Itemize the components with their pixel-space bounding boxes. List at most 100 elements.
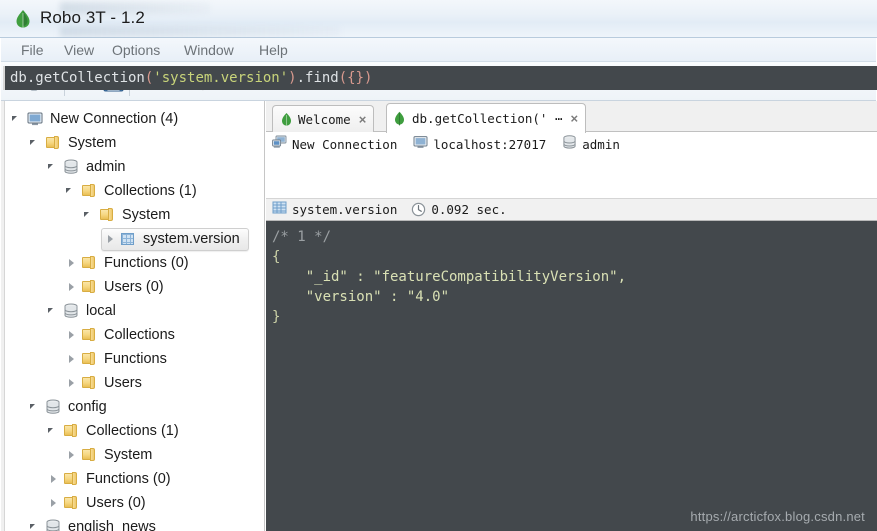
breadcrumb-connection[interactable]: New Connection [272, 135, 397, 154]
folder-icon [45, 135, 62, 151]
result-time-label: 0.092 sec. [431, 202, 507, 217]
tree-item-content: Collections (1) [47, 423, 179, 439]
breadcrumb-database-label: admin [582, 137, 620, 152]
tree-item-label: Users [104, 375, 142, 391]
tree-item[interactable]: Collections (1) [1, 419, 264, 443]
expand-arrow-closed-icon[interactable] [47, 472, 61, 486]
menu-view[interactable]: View [58, 41, 100, 59]
result-collection-label: system.version [292, 202, 398, 217]
tree-item[interactable]: config [1, 395, 264, 419]
database-icon [45, 399, 62, 415]
expand-arrow-closed-icon[interactable] [65, 376, 79, 390]
tree-item-content: Users (0) [65, 279, 164, 295]
breadcrumb-database[interactable]: admin [562, 135, 620, 154]
tab-welcome[interactable]: Welcome × [272, 105, 375, 132]
tree-item-label: System [104, 447, 153, 463]
query-token-plain: .find [296, 70, 339, 86]
query-token-brace: ({}) [338, 70, 373, 86]
expand-arrow-open-icon[interactable] [47, 160, 61, 174]
robomongo-leaf-icon [280, 112, 293, 127]
tree-item[interactable]: english_news [1, 515, 264, 531]
tree-item-label: Functions (0) [104, 255, 189, 271]
tree-item-label: New Connection (4) [50, 111, 179, 127]
tree-item-label: admin [86, 159, 126, 175]
tree-item-content: Functions (0) [47, 471, 171, 487]
tree-item-content: config [29, 399, 107, 415]
tree-item-label: Functions [104, 351, 167, 367]
expand-arrow-open-icon[interactable] [47, 424, 61, 438]
expand-arrow-open-icon[interactable] [65, 184, 79, 198]
database-tree-panel[interactable]: New Connection (4) System admin Collections… [1, 101, 265, 531]
tree-item[interactable]: Collections [1, 323, 264, 347]
tab-query-label: db.getCollection(' ⋯ [412, 111, 563, 126]
tree-item-content: Functions [65, 351, 167, 367]
tree-item-content: local [47, 303, 116, 319]
tree-item-content: Functions (0) [65, 255, 189, 271]
result-json-line: "_id" : "featureCompatibilityVersion", [272, 269, 627, 285]
tab-welcome-close-icon[interactable]: × [359, 113, 367, 126]
window-title: Robo 3T - 1.2 [40, 8, 145, 27]
expand-arrow-open-icon[interactable] [29, 136, 43, 150]
menu-window[interactable]: Window [178, 41, 240, 59]
tree-item-content: Collections [65, 327, 175, 343]
tree-item[interactable]: System [1, 443, 264, 467]
tree-item-label: Collections (1) [86, 423, 179, 439]
tree-item-content: New Connection (4) [11, 111, 178, 127]
tree-item[interactable]: Users [1, 371, 264, 395]
clock-icon [411, 202, 426, 217]
result-status-bar: system.version 0.092 sec. [266, 198, 877, 221]
tree-item-content: Users [65, 375, 142, 391]
menu-file[interactable]: File [15, 41, 50, 59]
tree-item[interactable]: admin [1, 155, 264, 179]
tree-item-content: admin [47, 159, 126, 175]
tree-item[interactable]: Functions (0) [1, 467, 264, 491]
expand-arrow-closed-icon[interactable] [65, 280, 79, 294]
tree-item[interactable]: System [1, 203, 264, 227]
tree-item-content: System [29, 135, 116, 151]
query-token-plain: db.getCollection [10, 70, 145, 86]
database-icon [63, 159, 80, 175]
result-json-view[interactable]: /* 1 */ { "_id" : "featureCompatibilityVe… [266, 221, 877, 531]
folder-icon [81, 255, 98, 271]
watermark-text: https://arcticfox.blog.csdn.net [690, 509, 865, 524]
tree-item-label: Users (0) [104, 279, 164, 295]
query-editor-text: db.getCollection('system.version').find(… [10, 70, 372, 86]
tab-query-close-icon[interactable]: × [571, 112, 579, 125]
server-icon [27, 111, 44, 127]
connection-icon [272, 135, 287, 154]
expand-arrow-closed-icon[interactable] [47, 496, 61, 510]
tree-item[interactable]: system.version [1, 227, 264, 251]
expand-arrow-open-icon[interactable] [47, 304, 61, 318]
query-token-brace: ) [288, 70, 297, 86]
breadcrumb-server-label: localhost:27017 [433, 137, 547, 152]
expand-arrow-closed-icon[interactable] [65, 256, 79, 270]
robo3t-window: Robo 3T - 1.2 File View Options Window H… [0, 0, 877, 531]
tree-item[interactable]: Users (0) [1, 275, 264, 299]
expand-arrow-open-icon[interactable] [11, 112, 25, 126]
menu-options[interactable]: Options [106, 41, 166, 59]
expand-arrow-open-icon[interactable] [29, 400, 43, 414]
tree-item[interactable]: Collections (1) [1, 179, 264, 203]
tree-item[interactable]: New Connection (4) [1, 107, 264, 131]
expand-arrow-closed-icon[interactable] [65, 352, 79, 366]
folder-icon [81, 279, 98, 295]
breadcrumb-server[interactable]: localhost:27017 [413, 135, 546, 154]
expand-arrow-closed-icon[interactable] [104, 232, 118, 246]
tab-query[interactable]: db.getCollection(' ⋯ × [386, 103, 587, 133]
menu-help[interactable]: Help [253, 41, 294, 59]
folder-icon [81, 447, 98, 463]
query-editor[interactable]: db.getCollection('system.version').find(… [3, 66, 877, 90]
expand-arrow-closed-icon[interactable] [65, 448, 79, 462]
tree-item[interactable]: Functions (0) [1, 251, 264, 275]
expand-arrow-open-icon[interactable] [29, 520, 43, 531]
tree-item[interactable]: local [1, 299, 264, 323]
tree-item[interactable]: System [1, 131, 264, 155]
tree-item[interactable]: Users (0) [1, 491, 264, 515]
tree-item-label: system.version [143, 231, 240, 247]
expand-arrow-open-icon[interactable] [83, 208, 97, 222]
tree-item-content: Collections (1) [65, 183, 197, 199]
tree-item-label: english_news [68, 519, 156, 531]
tree-item[interactable]: Functions [1, 347, 264, 371]
expand-arrow-closed-icon[interactable] [65, 328, 79, 342]
menu-bar: File View Options Window Help [1, 38, 876, 62]
